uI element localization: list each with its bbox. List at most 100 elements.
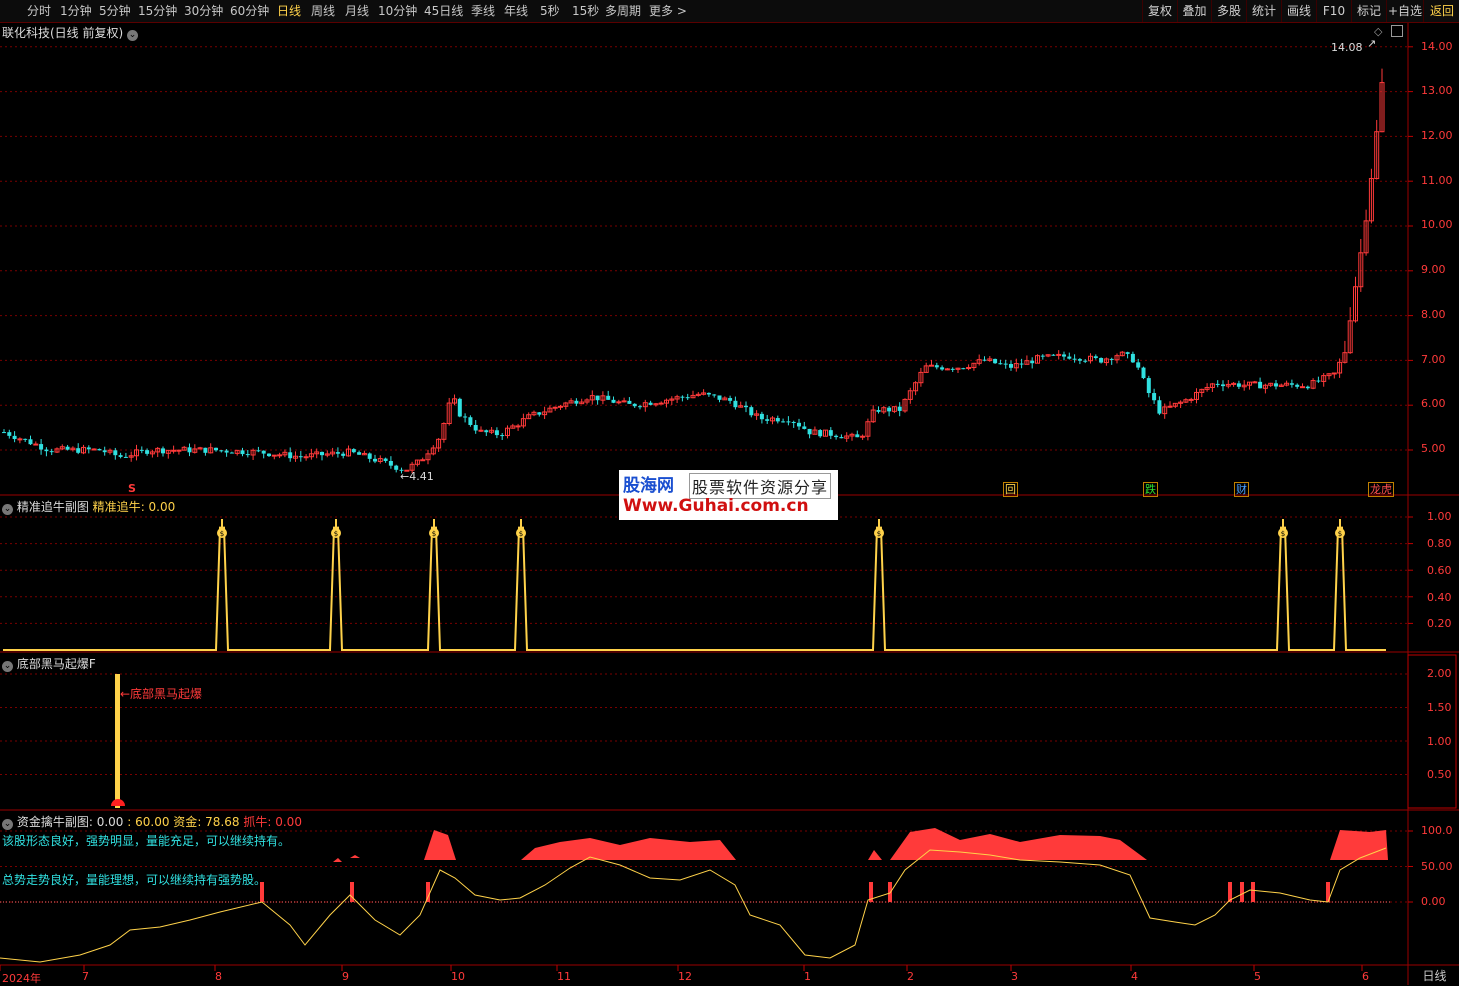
- candle-body: [49, 451, 54, 453]
- multi-stock-button[interactable]: 多股: [1211, 0, 1246, 22]
- candle-body: [1003, 363, 1008, 365]
- candle-body: [12, 435, 17, 440]
- window-toggle-icon[interactable]: [1391, 25, 1403, 37]
- candle-body: [818, 430, 823, 437]
- high-price-label: 14.08: [1331, 41, 1363, 54]
- watermark-url: Www.Guhai.com.cn: [623, 496, 809, 516]
- collapse-icon[interactable]: ⌄: [2, 661, 13, 672]
- tf-45day[interactable]: 45日线: [424, 0, 463, 22]
- candle-body: [1167, 405, 1173, 408]
- x-label-jan: 1: [804, 970, 811, 983]
- overlay-button[interactable]: 叠加: [1177, 0, 1211, 22]
- tf-1min[interactable]: 1分钟: [60, 0, 92, 22]
- money-bag-symbol: $: [877, 530, 881, 538]
- candle-body: [828, 430, 833, 436]
- candle-body: [1258, 381, 1263, 389]
- tf-daily[interactable]: 日线: [277, 0, 301, 22]
- tf-weekly[interactable]: 周线: [311, 0, 335, 22]
- x-label-2024: 2024年: [2, 972, 41, 985]
- candle-body: [749, 407, 754, 416]
- tf-30min[interactable]: 30分钟: [184, 0, 223, 22]
- candle-body: [717, 395, 722, 400]
- candle-body: [7, 432, 12, 436]
- candle-body: [102, 450, 107, 453]
- candle-body: [219, 450, 224, 452]
- candle-body: [463, 416, 468, 418]
- fund-red-area: [890, 828, 1147, 860]
- marker-dragon-tiger[interactable]: 龙虎: [1368, 482, 1394, 497]
- diamond-icon[interactable]: ◇: [1374, 25, 1382, 38]
- marker-pullback[interactable]: 回: [1003, 482, 1018, 497]
- candle-body: [341, 453, 346, 456]
- collapse-icon[interactable]: ⌄: [2, 504, 13, 515]
- marker-drop[interactable]: 跌: [1143, 482, 1158, 497]
- tf-15min[interactable]: 15分钟: [138, 0, 177, 22]
- candle-body: [961, 368, 966, 370]
- candle-body: [176, 449, 182, 452]
- candle-body: [500, 435, 505, 437]
- y-tick-p3-1: 1.00: [1427, 735, 1452, 748]
- candle-body: [616, 401, 622, 404]
- candle-body: [860, 435, 866, 438]
- breakout-base-icon: [111, 799, 125, 806]
- x-label-jun: 6: [1362, 970, 1369, 983]
- collapse-icon[interactable]: ⌄: [127, 30, 139, 41]
- candle-body: [1300, 386, 1305, 389]
- candle-body: [887, 407, 892, 412]
- tf-quarterly[interactable]: 季线: [471, 0, 495, 22]
- candle-body: [33, 443, 39, 446]
- candle-body: [388, 460, 393, 466]
- candle-body: [839, 437, 844, 439]
- x-label-oct: 10: [451, 970, 465, 983]
- tf-multi-period[interactable]: 多周期: [605, 0, 641, 22]
- x-label-dec: 12: [678, 970, 692, 983]
- fund-red-area: [350, 855, 360, 858]
- y-tick-main-14: 14.00: [1421, 40, 1453, 53]
- collapse-icon[interactable]: ⌄: [2, 819, 13, 830]
- money-bag-symbol: $: [519, 530, 523, 538]
- f10-button[interactable]: F10: [1316, 0, 1351, 22]
- mark-button[interactable]: 标记: [1351, 0, 1386, 22]
- add-watchlist-button[interactable]: +自选: [1386, 0, 1423, 22]
- x-label-nov: 11: [557, 970, 571, 983]
- money-bag-symbol: $: [1338, 530, 1342, 538]
- panel3-header: ⌄ 底部黑马起爆F: [2, 657, 96, 672]
- tf-minute-chart[interactable]: 分时: [27, 0, 51, 22]
- candle-body: [303, 456, 309, 459]
- candle-body: [1274, 383, 1278, 387]
- tf-5min[interactable]: 5分钟: [99, 0, 131, 22]
- candle-body: [86, 447, 91, 450]
- statistics-button[interactable]: 统计: [1246, 0, 1281, 22]
- back-button[interactable]: 返回: [1423, 0, 1459, 22]
- candle-body: [1067, 356, 1072, 359]
- candle-body: [1305, 386, 1310, 389]
- marker-sell-s[interactable]: S: [128, 482, 136, 495]
- restore-rights-button[interactable]: 复权: [1142, 0, 1177, 22]
- tf-60min[interactable]: 60分钟: [230, 0, 269, 22]
- candle-body: [65, 446, 70, 450]
- y-tick-p2-04: 0.40: [1427, 591, 1452, 604]
- candle-body: [161, 448, 165, 454]
- comment-line-2: 总势走势良好，量能理想，可以继续持有强势股。: [2, 873, 267, 887]
- candle-body: [595, 395, 600, 401]
- candle-body: [28, 439, 33, 445]
- candle-body: [1056, 353, 1062, 356]
- candle-body: [214, 447, 218, 451]
- tf-yearly[interactable]: 年线: [504, 0, 528, 22]
- marker-finance[interactable]: 财: [1234, 482, 1249, 497]
- tf-10min[interactable]: 10分钟: [378, 0, 417, 22]
- period-indicator[interactable]: 日线: [1410, 968, 1459, 985]
- tf-more[interactable]: 更多 >: [649, 0, 687, 22]
- tf-monthly[interactable]: 月线: [345, 0, 369, 22]
- candle-body: [1146, 378, 1151, 394]
- candle-body: [44, 449, 49, 452]
- draw-line-button[interactable]: 画线: [1281, 0, 1316, 22]
- tf-5sec[interactable]: 5秒: [540, 0, 560, 22]
- candle-body: [765, 419, 770, 421]
- candle-body: [1157, 400, 1162, 414]
- candle-body: [1136, 362, 1141, 368]
- tf-15sec[interactable]: 15秒: [572, 0, 599, 22]
- money-bag-symbol: $: [432, 530, 436, 538]
- candle-body: [1316, 380, 1321, 382]
- panel2-header: ⌄ 精准追牛副图 精准追牛: 0.00: [2, 500, 176, 515]
